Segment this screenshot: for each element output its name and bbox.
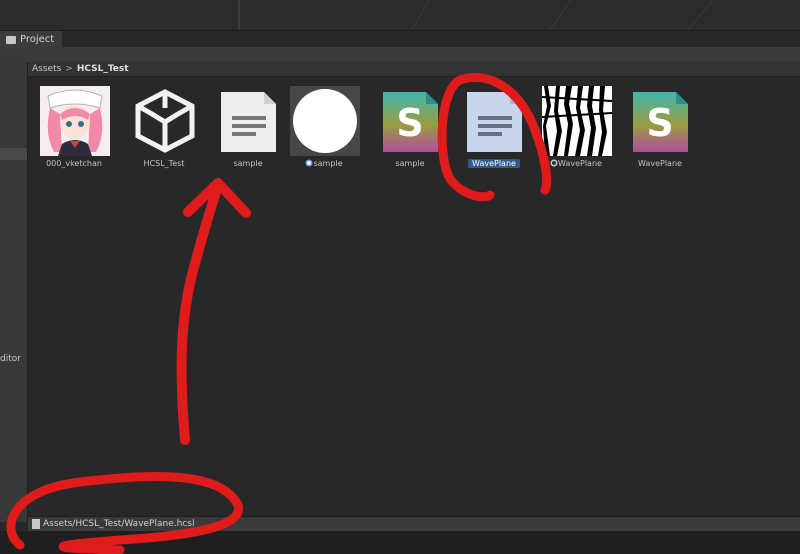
- texture-badge-icon: [550, 159, 558, 167]
- folder-icon: [6, 35, 16, 44]
- asset-label: sample: [233, 159, 263, 168]
- asset-label: sample: [284, 159, 364, 168]
- folder-tree-item[interactable]: ditor: [0, 354, 21, 364]
- scene-grid-line: [411, 0, 430, 30]
- scene-grid-line: [238, 0, 240, 30]
- scene-grid-line: [549, 0, 572, 30]
- bottom-strip: [0, 531, 800, 554]
- asset-grid[interactable]: 000_vketchan HCSL_Test sample sample S s…: [28, 78, 800, 516]
- shader-s-icon: S: [376, 86, 446, 156]
- folder-tree-panel[interactable]: ditor: [0, 62, 28, 522]
- text-document-icon: [460, 86, 530, 156]
- shader-s-icon: S: [626, 86, 696, 156]
- breadcrumb: Assets > HCSL_Test: [28, 62, 800, 77]
- asset-label: sample: [395, 159, 425, 168]
- asset-label: HCSL_Test: [143, 159, 185, 168]
- wave-texture-icon: [542, 86, 612, 156]
- asset-label: WavePlane: [536, 159, 616, 168]
- avatar-image-icon: [40, 86, 110, 156]
- project-window-tabbar: Project: [0, 30, 800, 48]
- project-toolbar: [0, 47, 800, 63]
- asset-path-statusbar: Assets/HCSL_Test/WavePlane.hcsl: [28, 516, 800, 531]
- asset-path: Assets/HCSL_Test/WavePlane.hcsl: [43, 519, 195, 529]
- svg-text:S: S: [646, 101, 673, 145]
- scene-view[interactable]: [0, 0, 800, 30]
- asset-label: WavePlane: [454, 159, 534, 168]
- unity-cube-icon: [130, 86, 200, 156]
- tab-project-label: Project: [20, 34, 55, 45]
- breadcrumb-current[interactable]: HCSL_Test: [77, 64, 129, 74]
- asset-label: 000_vketchan: [46, 159, 102, 168]
- scene-grid-line: [687, 0, 714, 30]
- text-document-icon: [214, 86, 284, 156]
- file-icon: [32, 519, 40, 529]
- svg-text:S: S: [396, 101, 423, 145]
- asset-label: WavePlane: [638, 159, 682, 168]
- folder-tree-selected-row[interactable]: [0, 148, 27, 160]
- tab-project[interactable]: Project: [0, 31, 62, 48]
- breadcrumb-assets[interactable]: Assets: [32, 64, 61, 74]
- material-sphere-icon: [290, 86, 360, 156]
- breadcrumb-separator: >: [65, 64, 73, 74]
